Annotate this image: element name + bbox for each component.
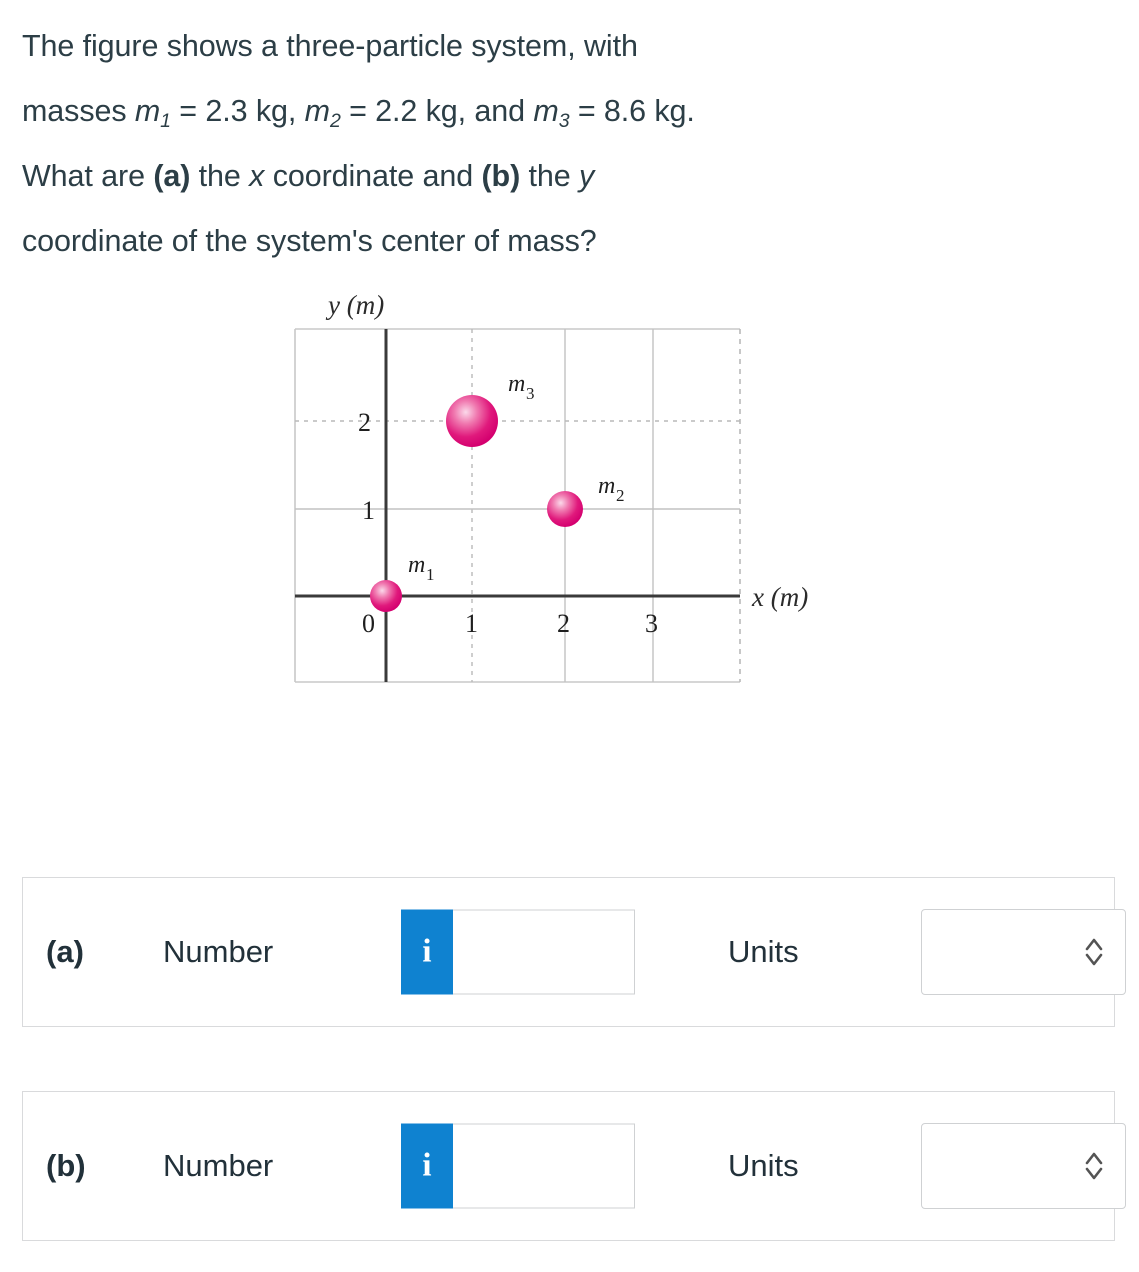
svg-text:m: m [508, 371, 525, 397]
part-label-a: (a) [46, 934, 84, 969]
units-label-a: Units [728, 934, 799, 969]
number-input-group-a: i [401, 909, 635, 995]
m1-subscript: 1 [160, 110, 171, 133]
x-tick-3: 3 [645, 609, 658, 638]
question-line-4-text: coordinate of the system's center of mas… [22, 224, 597, 258]
x-axis-label: x (m) [751, 582, 808, 612]
question-line-4: coordinate of the system's center of mas… [22, 209, 1119, 274]
answer-panel-a: (a) Number i Units [22, 877, 1126, 1027]
particle-m1-label: m 1 [408, 552, 435, 584]
svg-text:1: 1 [426, 565, 435, 584]
answer-panel-b: (b) Number i Units [22, 1091, 1126, 1241]
svg-text:m: m [598, 473, 615, 499]
m1-value: = 2.3 kg, [170, 94, 305, 128]
svg-text:m: m [408, 552, 425, 578]
number-input-group-b: i [401, 1123, 635, 1209]
part-b-marker: (b) [481, 159, 521, 193]
m2-subscript: 2 [329, 110, 341, 133]
particle-m2-label: m 2 [598, 473, 625, 505]
m1-symbol: m [134, 94, 161, 128]
number-label-a: Number [163, 934, 274, 969]
part-label-b: (b) [46, 1148, 86, 1183]
m3-subscript: 3 [558, 110, 570, 133]
coordinate-and-text: coordinate and [264, 159, 482, 193]
particle-m1 [370, 580, 402, 612]
x-tick-0: 0 [362, 609, 375, 638]
units-label-b: Units [728, 1148, 799, 1183]
number-label-b: Number [163, 1148, 274, 1183]
particle-m3 [446, 395, 498, 447]
y-variable: y [579, 159, 595, 193]
the-word-b: the [520, 159, 579, 193]
svg-text:2: 2 [616, 486, 625, 505]
what-are-text: What are [22, 159, 154, 193]
x-tick-1: 1 [465, 609, 478, 638]
y-tick-2: 2 [358, 408, 371, 437]
m2-symbol: m [304, 94, 330, 128]
chevron-up-down-icon [1083, 1149, 1105, 1183]
the-word-a: the [190, 159, 250, 193]
masses-word: masses [22, 94, 135, 128]
units-select-a[interactable] [921, 909, 1126, 995]
y-axis-label: y (m) [325, 290, 384, 320]
y-tick-1: 1 [362, 496, 375, 525]
m3-symbol: m [533, 94, 559, 128]
svg-text:3: 3 [526, 384, 535, 403]
m3-value: = 8.6 kg. [569, 94, 695, 128]
number-input-a[interactable] [453, 909, 635, 995]
question-statement: The figure shows a three-particle system… [0, 0, 1139, 274]
coordinate-plot: y (m) x (m) 0 1 2 3 1 2 m 1 m 2 m 3 [294, 290, 808, 683]
chevron-up-down-icon [1083, 935, 1105, 969]
number-input-b[interactable] [453, 1123, 635, 1209]
info-icon[interactable]: i [401, 909, 453, 995]
m2-value: = 2.2 kg, and [340, 94, 534, 128]
question-line-1: The figure shows a three-particle system… [22, 14, 1119, 79]
x-variable: x [249, 159, 265, 193]
question-line-1-text: The figure shows a three-particle system… [22, 29, 638, 63]
figure-container: y (m) x (m) 0 1 2 3 1 2 m 1 m 2 m 3 [0, 274, 1139, 704]
particle-m3-label: m 3 [508, 371, 535, 403]
question-line-2: masses m1 = 2.3 kg, m2 = 2.2 kg, and m3 … [22, 79, 1119, 144]
question-line-3: What are (a) the x coordinate and (b) th… [22, 144, 1119, 209]
x-tick-2: 2 [557, 609, 570, 638]
particle-m2 [547, 491, 583, 527]
info-icon[interactable]: i [401, 1123, 453, 1209]
part-a-marker: (a) [153, 159, 191, 193]
units-select-b[interactable] [921, 1123, 1126, 1209]
